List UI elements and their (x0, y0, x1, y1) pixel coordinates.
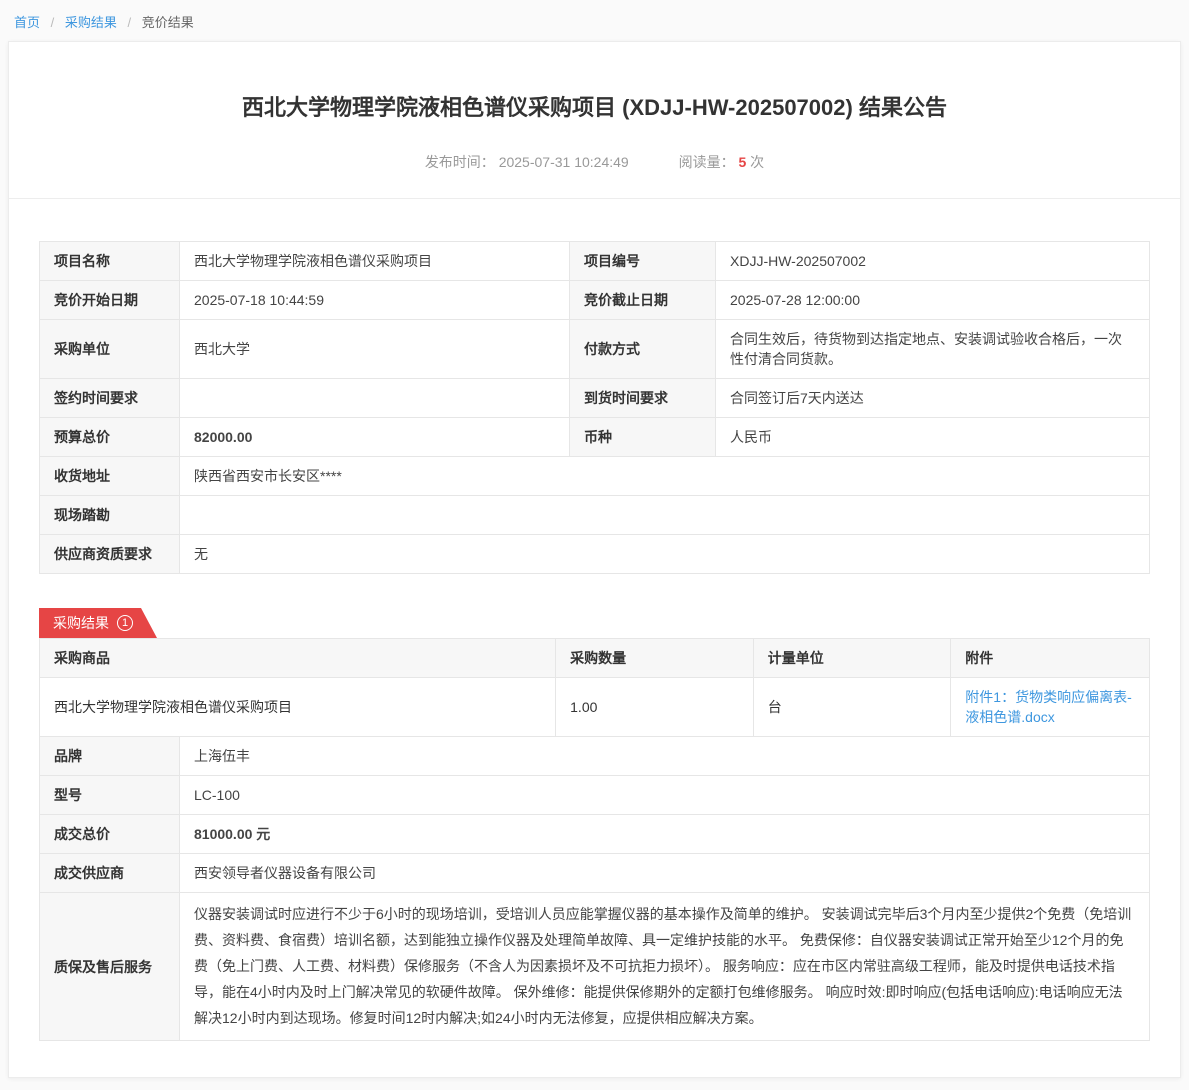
announcement-card: 西北大学物理学院液相色谱仪采购项目 (XDJJ-HW-202507002) 结果… (8, 41, 1181, 1078)
tab-label: 采购结果 (53, 613, 109, 633)
breadcrumb: 首页 / 采购结果 / 竞价结果 (0, 0, 1189, 41)
table-row: 项目名称 西北大学物理学院液相色谱仪采购项目 项目编号 XDJJ-HW-2025… (40, 242, 1150, 281)
purchaser-label: 采购单位 (40, 320, 180, 379)
page: 首页 / 采购结果 / 竞价结果 西北大学物理学院液相色谱仪采购项目 (XDJJ… (0, 0, 1189, 1078)
view-count-value: 5 (738, 154, 746, 170)
table-row: 型号 LC-100 (40, 776, 1150, 815)
payment-label: 付款方式 (570, 320, 716, 379)
view-count-unit: 次 (750, 154, 764, 170)
site-visit-value (180, 496, 1150, 535)
table-row: 竞价开始日期 2025-07-18 10:44:59 竞价截止日期 2025-0… (40, 281, 1150, 320)
view-count-label: 阅读量： (679, 154, 735, 170)
project-name-value: 西北大学物理学院液相色谱仪采购项目 (180, 242, 570, 281)
table-row: 质保及售后服务 仪器安装调试时应进行不少于6小时的现场培训，受培训人员应能掌握仪… (40, 893, 1150, 1041)
delivery-time-label: 到货时间要求 (570, 379, 716, 418)
result-table: 采购商品 采购数量 计量单位 附件 西北大学物理学院液相色谱仪采购项目 1.00… (39, 638, 1150, 737)
sign-time-label: 签约时间要求 (40, 379, 180, 418)
qualification-label: 供应商资质要求 (40, 535, 180, 574)
address-label: 收货地址 (40, 457, 180, 496)
purchaser-value: 西北大学 (180, 320, 570, 379)
project-no-label: 项目编号 (570, 242, 716, 281)
result-table-header-row: 采购商品 采购数量 计量单位 附件 (40, 639, 1150, 678)
model-value: LC-100 (180, 776, 1150, 815)
table-row: 品牌 上海伍丰 (40, 737, 1150, 776)
project-no-value: XDJJ-HW-202507002 (716, 242, 1150, 281)
project-name-label: 项目名称 (40, 242, 180, 281)
deal-price-value: 81000.00 元 (180, 815, 1150, 854)
bid-start-label: 竞价开始日期 (40, 281, 180, 320)
model-label: 型号 (40, 776, 180, 815)
breadcrumb-separator: / (51, 15, 55, 30)
attachment-link[interactable]: 附件1：货物类响应偏离表-液相色谱.docx (965, 689, 1131, 725)
breadcrumb-current: 竞价结果 (142, 15, 194, 30)
breadcrumb-purchase-results-link[interactable]: 采购结果 (65, 15, 117, 30)
project-info-table: 项目名称 西北大学物理学院液相色谱仪采购项目 项目编号 XDJJ-HW-2025… (39, 241, 1150, 574)
unit-cell: 台 (753, 678, 951, 737)
site-visit-label: 现场踏勘 (40, 496, 180, 535)
address-value: 陕西省西安市长安区**** (180, 457, 1150, 496)
col-header-unit: 计量单位 (753, 639, 951, 678)
quantity-cell: 1.00 (556, 678, 754, 737)
product-name-cell: 西北大学物理学院液相色谱仪采购项目 (40, 678, 556, 737)
supplier-value: 西安领导者仪器设备有限公司 (180, 854, 1150, 893)
result-count-badge: 1 (117, 615, 133, 631)
page-title: 西北大学物理学院液相色谱仪采购项目 (XDJJ-HW-202507002) 结果… (9, 42, 1180, 122)
breadcrumb-home-link[interactable]: 首页 (14, 15, 40, 30)
brand-value: 上海伍丰 (180, 737, 1150, 776)
breadcrumb-separator: / (128, 15, 132, 30)
header-divider (9, 198, 1180, 199)
attachment-cell: 附件1：货物类响应偏离表-液相色谱.docx (951, 678, 1150, 737)
budget-label: 预算总价 (40, 418, 180, 457)
table-row: 现场踏勘 (40, 496, 1150, 535)
budget-value: 82000.00 (180, 418, 570, 457)
table-row: 成交供应商 西安领导者仪器设备有限公司 (40, 854, 1150, 893)
table-row: 预算总价 82000.00 币种 人民币 (40, 418, 1150, 457)
qualification-value: 无 (180, 535, 1150, 574)
table-row: 成交总价 81000.00 元 (40, 815, 1150, 854)
bid-end-value: 2025-07-28 12:00:00 (716, 281, 1150, 320)
table-row: 收货地址 陕西省西安市长安区**** (40, 457, 1150, 496)
currency-value: 人民币 (716, 418, 1150, 457)
deal-price-label: 成交总价 (40, 815, 180, 854)
table-row: 采购单位 西北大学 付款方式 合同生效后，待货物到达指定地点、安装调试验收合格后… (40, 320, 1150, 379)
warranty-value: 仪器安装调试时应进行不少于6小时的现场培训，受培训人员应能掌握仪器的基本操作及简… (180, 893, 1150, 1041)
bid-end-label: 竞价截止日期 (570, 281, 716, 320)
col-header-attachment: 附件 (951, 639, 1150, 678)
currency-label: 币种 (570, 418, 716, 457)
supplier-label: 成交供应商 (40, 854, 180, 893)
sign-time-value (180, 379, 570, 418)
publish-time: 发布时间： 2025-07-31 10:24:49 (425, 152, 629, 172)
result-row: 西北大学物理学院液相色谱仪采购项目 1.00 台 附件1：货物类响应偏离表-液相… (40, 678, 1150, 737)
table-row: 签约时间要求 到货时间要求 合同签订后7天内送达 (40, 379, 1150, 418)
payment-value: 合同生效后，待货物到达指定地点、安装调试验收合格后，一次性付清合同货款。 (716, 320, 1150, 379)
table-row: 供应商资质要求 无 (40, 535, 1150, 574)
col-header-quantity: 采购数量 (556, 639, 754, 678)
procurement-result-section: 采购结果 1 采购商品 采购数量 计量单位 附件 西北大学物理学院液相色谱仪采购… (9, 608, 1180, 1041)
bid-start-value: 2025-07-18 10:44:59 (180, 281, 570, 320)
warranty-label: 质保及售后服务 (40, 893, 180, 1041)
meta-row: 发布时间： 2025-07-31 10:24:49 阅读量： 5 次 (9, 152, 1180, 172)
view-count: 阅读量： 5 次 (679, 152, 765, 172)
col-header-product: 采购商品 (40, 639, 556, 678)
tab-procurement-result: 采购结果 1 (39, 608, 157, 638)
result-detail-table: 品牌 上海伍丰 型号 LC-100 成交总价 81000.00 元 成交供应商 … (39, 736, 1150, 1041)
brand-label: 品牌 (40, 737, 180, 776)
publish-time-label: 发布时间： (425, 154, 495, 170)
delivery-time-value: 合同签订后7天内送达 (716, 379, 1150, 418)
publish-time-value: 2025-07-31 10:24:49 (499, 154, 629, 170)
